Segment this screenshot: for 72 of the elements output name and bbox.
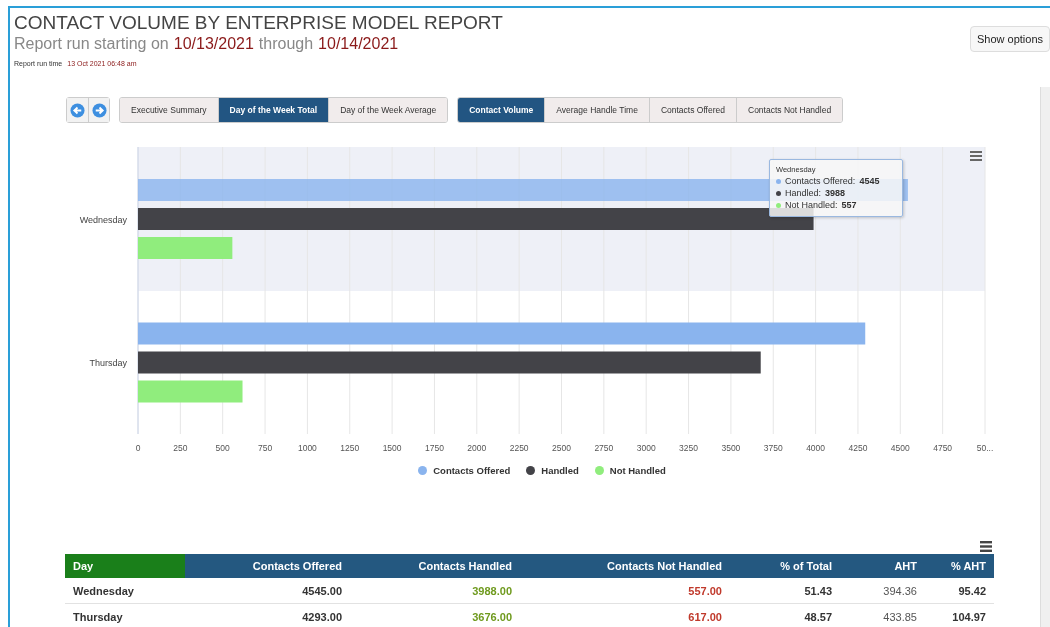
axis-tick-label: 3750	[763, 443, 783, 453]
report-tab[interactable]: Executive Summary	[120, 98, 218, 122]
axis-tick-label: 3000	[636, 443, 656, 453]
category-label: Wednesday	[79, 214, 127, 225]
axis-tick-label: 750	[257, 443, 273, 453]
axis-tick-label: 50...	[976, 443, 994, 453]
table-cell: Thursday	[65, 603, 185, 627]
column-header[interactable]: Contacts Offered	[185, 554, 350, 578]
tooltip-value: 557	[841, 199, 857, 211]
axis-tick-label: 2250	[509, 443, 529, 453]
table-cell: 617.00	[520, 603, 730, 627]
axis-tick-label: 2750	[594, 443, 614, 453]
bar[interactable]	[138, 208, 814, 230]
report-title: CONTACT VOLUME BY ENTERPRISE MODEL REPORT	[14, 12, 503, 34]
table-cell: 557.00	[520, 578, 730, 604]
tooltip-value: 4545	[859, 175, 880, 187]
metric-tab[interactable]: Contacts Offered	[648, 98, 736, 122]
axis-tick-label: 3250	[679, 443, 698, 453]
back-button[interactable]	[67, 98, 88, 122]
table-cell: Wednesday	[65, 578, 185, 604]
axis-tick-label: 1500	[382, 443, 402, 453]
axis-tick-label: 500	[215, 443, 230, 453]
axis-tick-label: 4500	[890, 443, 910, 453]
legend-label[interactable]: Not Handled	[609, 465, 666, 476]
table-cell: 433.85	[840, 603, 925, 627]
column-header[interactable]: % of Total	[730, 554, 840, 578]
axis-tick-label: 1250	[340, 443, 360, 453]
metric-tab[interactable]: Contact Volume	[458, 98, 545, 122]
subtitle-text: Report run starting on	[14, 34, 169, 54]
tooltip-value: 3988	[825, 187, 846, 199]
axis-tick-label: 2500	[552, 443, 571, 453]
table-cell: 51.43	[730, 578, 840, 604]
menu-icon[interactable]	[970, 151, 982, 161]
column-header[interactable]: % AHT	[925, 554, 994, 578]
end-date: 10/14/2021	[318, 34, 399, 54]
table-cell: 48.57	[730, 603, 840, 627]
axis-tick-label: 1000	[297, 443, 317, 453]
axis-tick-label: 4250	[848, 443, 868, 453]
axis-tick-label: 4750	[933, 443, 953, 453]
category-label: Thursday	[89, 358, 127, 369]
forward-button[interactable]	[88, 98, 109, 122]
show-options-button[interactable]: Show options	[969, 26, 1050, 52]
axis-tick-label: 4000	[806, 443, 826, 453]
table-cell: 95.42	[925, 578, 994, 604]
column-header[interactable]: AHT	[840, 554, 925, 578]
column-header[interactable]: Day	[65, 554, 185, 578]
legend-label[interactable]: Contacts Offered	[433, 465, 511, 476]
menu-icon[interactable]	[980, 541, 992, 552]
start-date: 10/13/2021	[173, 34, 254, 54]
table-cell: 3676.00	[350, 603, 520, 627]
table-cell: 4293.00	[185, 603, 350, 627]
axis-tick-label: 1750	[425, 443, 444, 453]
report-tab[interactable]: Day of the Week Total	[217, 98, 329, 122]
report-tab[interactable]: Day of the Week Average	[328, 98, 448, 122]
bar[interactable]	[138, 351, 761, 374]
subtitle-text: through	[258, 34, 314, 54]
column-header[interactable]: Contacts Handled	[350, 554, 520, 578]
table-cell: 104.97	[925, 603, 994, 627]
tooltip-label: Handled:	[785, 187, 822, 199]
axis-tick-label: 3500	[721, 443, 741, 453]
column-header[interactable]: Contacts Not Handled	[520, 554, 730, 578]
table-cell: 394.36	[840, 578, 925, 604]
legend-label[interactable]: Handled	[541, 465, 579, 476]
axis-tick-label: 0	[135, 443, 141, 453]
table-cell: 4545.00	[185, 578, 350, 604]
metric-tab[interactable]: Contacts Not Handled	[736, 98, 843, 122]
axis-tick-label: 250	[173, 443, 188, 453]
tooltip-label: Contacts Offered:	[785, 175, 856, 187]
tooltip-label: Not Handled:	[785, 199, 838, 211]
table-cell: 3988.00	[350, 578, 520, 604]
axis-tick-label: 2000	[467, 443, 487, 453]
metric-tab[interactable]: Average Handle Time	[544, 98, 649, 122]
